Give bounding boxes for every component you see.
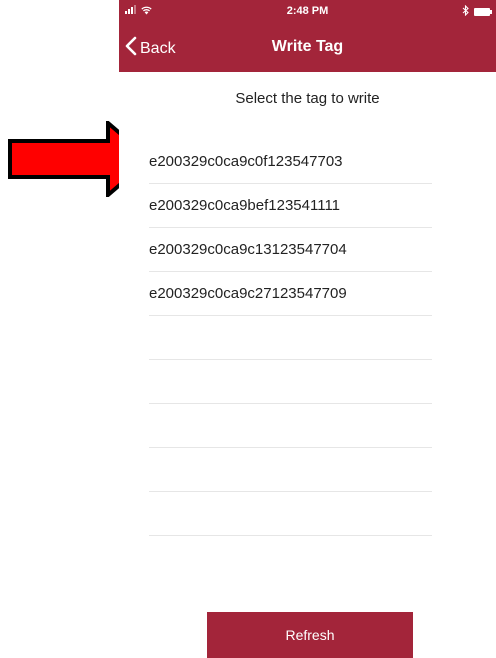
status-time: 2:48 PM — [286, 5, 329, 17]
empty-row — [149, 448, 432, 492]
status-right — [462, 4, 492, 19]
tag-row[interactable]: e200329c0ca9c27123547709 — [149, 272, 432, 316]
tag-row[interactable]: e200329c0ca9bef123541111 — [149, 184, 432, 228]
tag-row[interactable]: e200329c0ca9c0f123547703 — [149, 140, 432, 184]
refresh-button[interactable]: Refresh — [207, 612, 413, 658]
tag-id: e200329c0ca9c27123547709 — [149, 285, 347, 302]
tag-id: e200329c0ca9c13123547704 — [149, 241, 347, 258]
page-title: Write Tag — [271, 38, 344, 55]
battery-icon — [474, 8, 492, 16]
nav-bar: Back Write Tag — [119, 26, 496, 70]
instruction-text: Select the tag to write — [235, 90, 380, 107]
tag-list: e200329c0ca9c0f123547703 e200329c0ca9bef… — [149, 140, 432, 536]
empty-row — [149, 316, 432, 360]
tag-row[interactable]: e200329c0ca9c13123547704 — [149, 228, 432, 272]
empty-row — [149, 404, 432, 448]
tag-id: e200329c0ca9c0f123547703 — [149, 153, 343, 170]
tag-id: e200329c0ca9bef123541111 — [149, 197, 341, 214]
bluetooth-icon — [462, 4, 469, 19]
status-bar: 2:48 PM — [119, 0, 496, 24]
phone-screen: 2:48 PM Back Write Tag Select the tag to… — [119, 0, 496, 658]
empty-row — [149, 492, 432, 536]
top-bar: 2:48 PM Back Write Tag — [119, 0, 496, 72]
empty-row — [149, 360, 432, 404]
canvas: 2:48 PM Back Write Tag Select the tag to… — [0, 0, 496, 658]
